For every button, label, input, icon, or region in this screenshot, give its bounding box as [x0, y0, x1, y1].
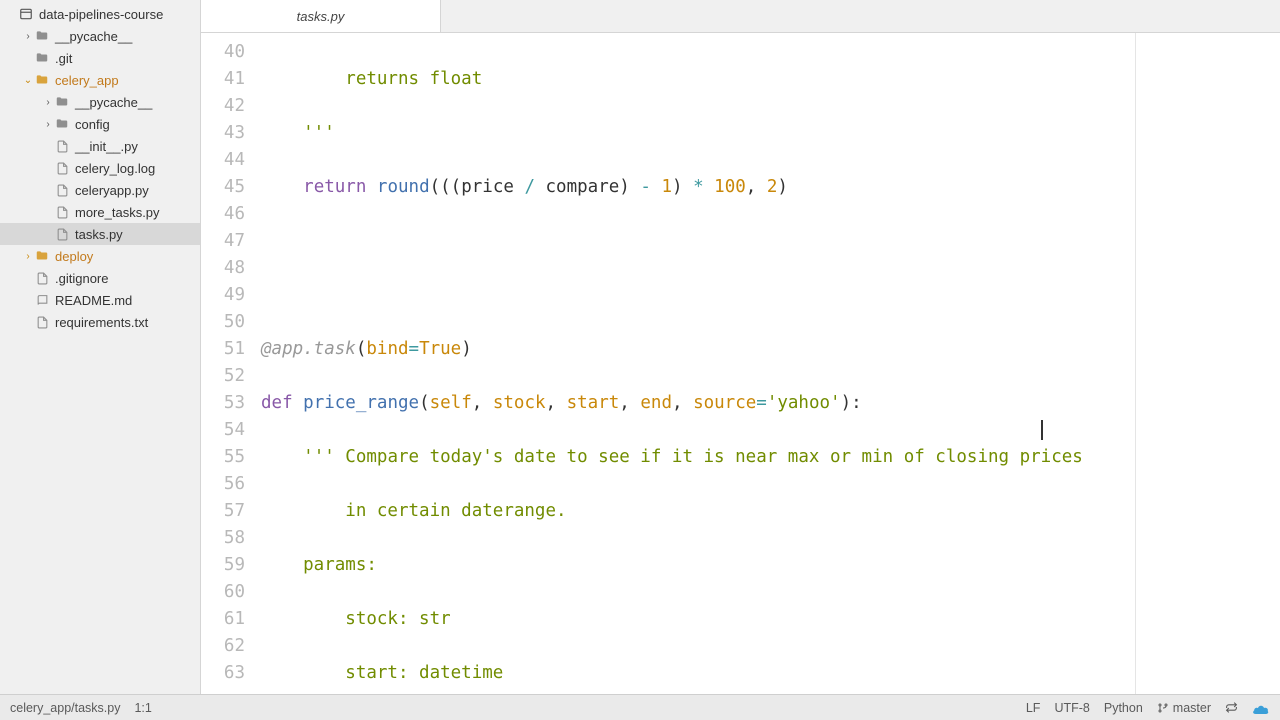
tab-tasks-py[interactable]: tasks.py	[201, 0, 441, 32]
status-language[interactable]: Python	[1104, 701, 1143, 715]
folder-icon	[34, 248, 50, 264]
file-icon	[54, 182, 70, 198]
line-number: 60	[201, 579, 245, 606]
tree-file-init[interactable]: __init__.py	[0, 135, 200, 157]
tree-label: celery_log.log	[75, 161, 155, 176]
tree-label: __init__.py	[75, 139, 138, 154]
tree-label: more_tasks.py	[75, 205, 160, 220]
line-number: 52	[201, 363, 245, 390]
file-icon	[34, 314, 50, 330]
chevron-right-icon[interactable]: ›	[22, 251, 34, 262]
branch-name: master	[1173, 701, 1211, 715]
folder-icon	[54, 116, 70, 132]
tree-file-readme[interactable]: README.md	[0, 289, 200, 311]
tab-title: tasks.py	[297, 9, 345, 24]
line-number: 61	[201, 606, 245, 633]
chevron-right-icon[interactable]: ›	[42, 119, 54, 130]
line-number: 59	[201, 552, 245, 579]
text-cursor	[1041, 420, 1043, 440]
tree-file-gitignore[interactable]: .gitignore	[0, 267, 200, 289]
file-icon	[54, 204, 70, 220]
tree-file-requirements[interactable]: requirements.txt	[0, 311, 200, 333]
line-number: 63	[201, 660, 245, 687]
file-icon	[34, 270, 50, 286]
git-branch-icon	[1157, 702, 1169, 714]
tree-file-more-tasks[interactable]: more_tasks.py	[0, 201, 200, 223]
project-name: data-pipelines-course	[39, 7, 163, 22]
tree-label: .gitignore	[55, 271, 108, 286]
line-number: 40	[201, 39, 245, 66]
chevron-right-icon[interactable]: ›	[22, 31, 34, 42]
folder-open-icon	[34, 72, 50, 88]
folder-icon	[54, 94, 70, 110]
file-icon	[54, 226, 70, 242]
tree-label: .git	[55, 51, 72, 66]
line-number: 44	[201, 147, 245, 174]
line-number: 53	[201, 390, 245, 417]
file-icon	[54, 138, 70, 154]
tree-folder-celery-app[interactable]: ⌄ celery_app	[0, 69, 200, 91]
status-git-branch[interactable]: master	[1157, 701, 1211, 715]
tree-label: celeryapp.py	[75, 183, 149, 198]
tree-label: README.md	[55, 293, 132, 308]
status-path[interactable]: celery_app/tasks.py	[10, 701, 120, 715]
line-number: 54	[201, 417, 245, 444]
chevron-right-icon[interactable]: ›	[42, 97, 54, 108]
line-number: 49	[201, 282, 245, 309]
tree-label: celery_app	[55, 73, 119, 88]
editor-pane: tasks.py 4041424344454647484950515253545…	[201, 0, 1280, 694]
line-number: 50	[201, 309, 245, 336]
line-number: 51	[201, 336, 245, 363]
line-number: 56	[201, 471, 245, 498]
folder-icon	[34, 50, 50, 66]
code-area[interactable]: 4041424344454647484950515253545556575859…	[201, 33, 1136, 694]
tree-label: config	[75, 117, 110, 132]
line-number: 58	[201, 525, 245, 552]
file-icon	[54, 160, 70, 176]
status-bar: celery_app/tasks.py 1:1 LF UTF-8 Python …	[0, 694, 1280, 720]
tree-file-celeryapp[interactable]: celeryapp.py	[0, 179, 200, 201]
line-number: 45	[201, 174, 245, 201]
project-icon	[18, 6, 34, 22]
tree-folder-celery-pycache[interactable]: › __pycache__	[0, 91, 200, 113]
chevron-down-icon[interactable]: ⌄	[22, 75, 34, 86]
file-tree-sidebar[interactable]: data-pipelines-course › __pycache__ .git…	[0, 0, 201, 694]
line-number: 46	[201, 201, 245, 228]
tree-folder-deploy[interactable]: › deploy	[0, 245, 200, 267]
folder-icon	[34, 28, 50, 44]
line-number: 42	[201, 93, 245, 120]
book-icon	[34, 292, 50, 308]
line-number: 57	[201, 498, 245, 525]
line-number: 47	[201, 228, 245, 255]
tree-label: tasks.py	[75, 227, 123, 242]
tree-folder-config[interactable]: › config	[0, 113, 200, 135]
status-line-ending[interactable]: LF	[1026, 701, 1041, 715]
status-cursor-pos[interactable]: 1:1	[134, 701, 151, 715]
line-number: 41	[201, 66, 245, 93]
tree-project-root[interactable]: data-pipelines-course	[0, 3, 200, 25]
tree-folder-pycache[interactable]: › __pycache__	[0, 25, 200, 47]
tree-folder-git[interactable]: .git	[0, 47, 200, 69]
line-gutter: 4041424344454647484950515253545556575859…	[201, 33, 261, 694]
line-number: 43	[201, 120, 245, 147]
tree-file-celery-log[interactable]: celery_log.log	[0, 157, 200, 179]
status-encoding[interactable]: UTF-8	[1054, 701, 1089, 715]
line-number: 48	[201, 255, 245, 282]
tree-file-tasks[interactable]: tasks.py	[0, 223, 200, 245]
code-content[interactable]: returns float ''' return round(((price /…	[261, 33, 1135, 694]
logo-icon[interactable]	[1252, 700, 1270, 716]
tree-label: deploy	[55, 249, 93, 264]
sync-icon[interactable]	[1225, 701, 1238, 714]
line-number: 62	[201, 633, 245, 660]
line-number: 55	[201, 444, 245, 471]
tree-label: __pycache__	[55, 29, 132, 44]
tabs-row: tasks.py	[201, 0, 1280, 33]
tree-label: requirements.txt	[55, 315, 148, 330]
tree-label: __pycache__	[75, 95, 152, 110]
